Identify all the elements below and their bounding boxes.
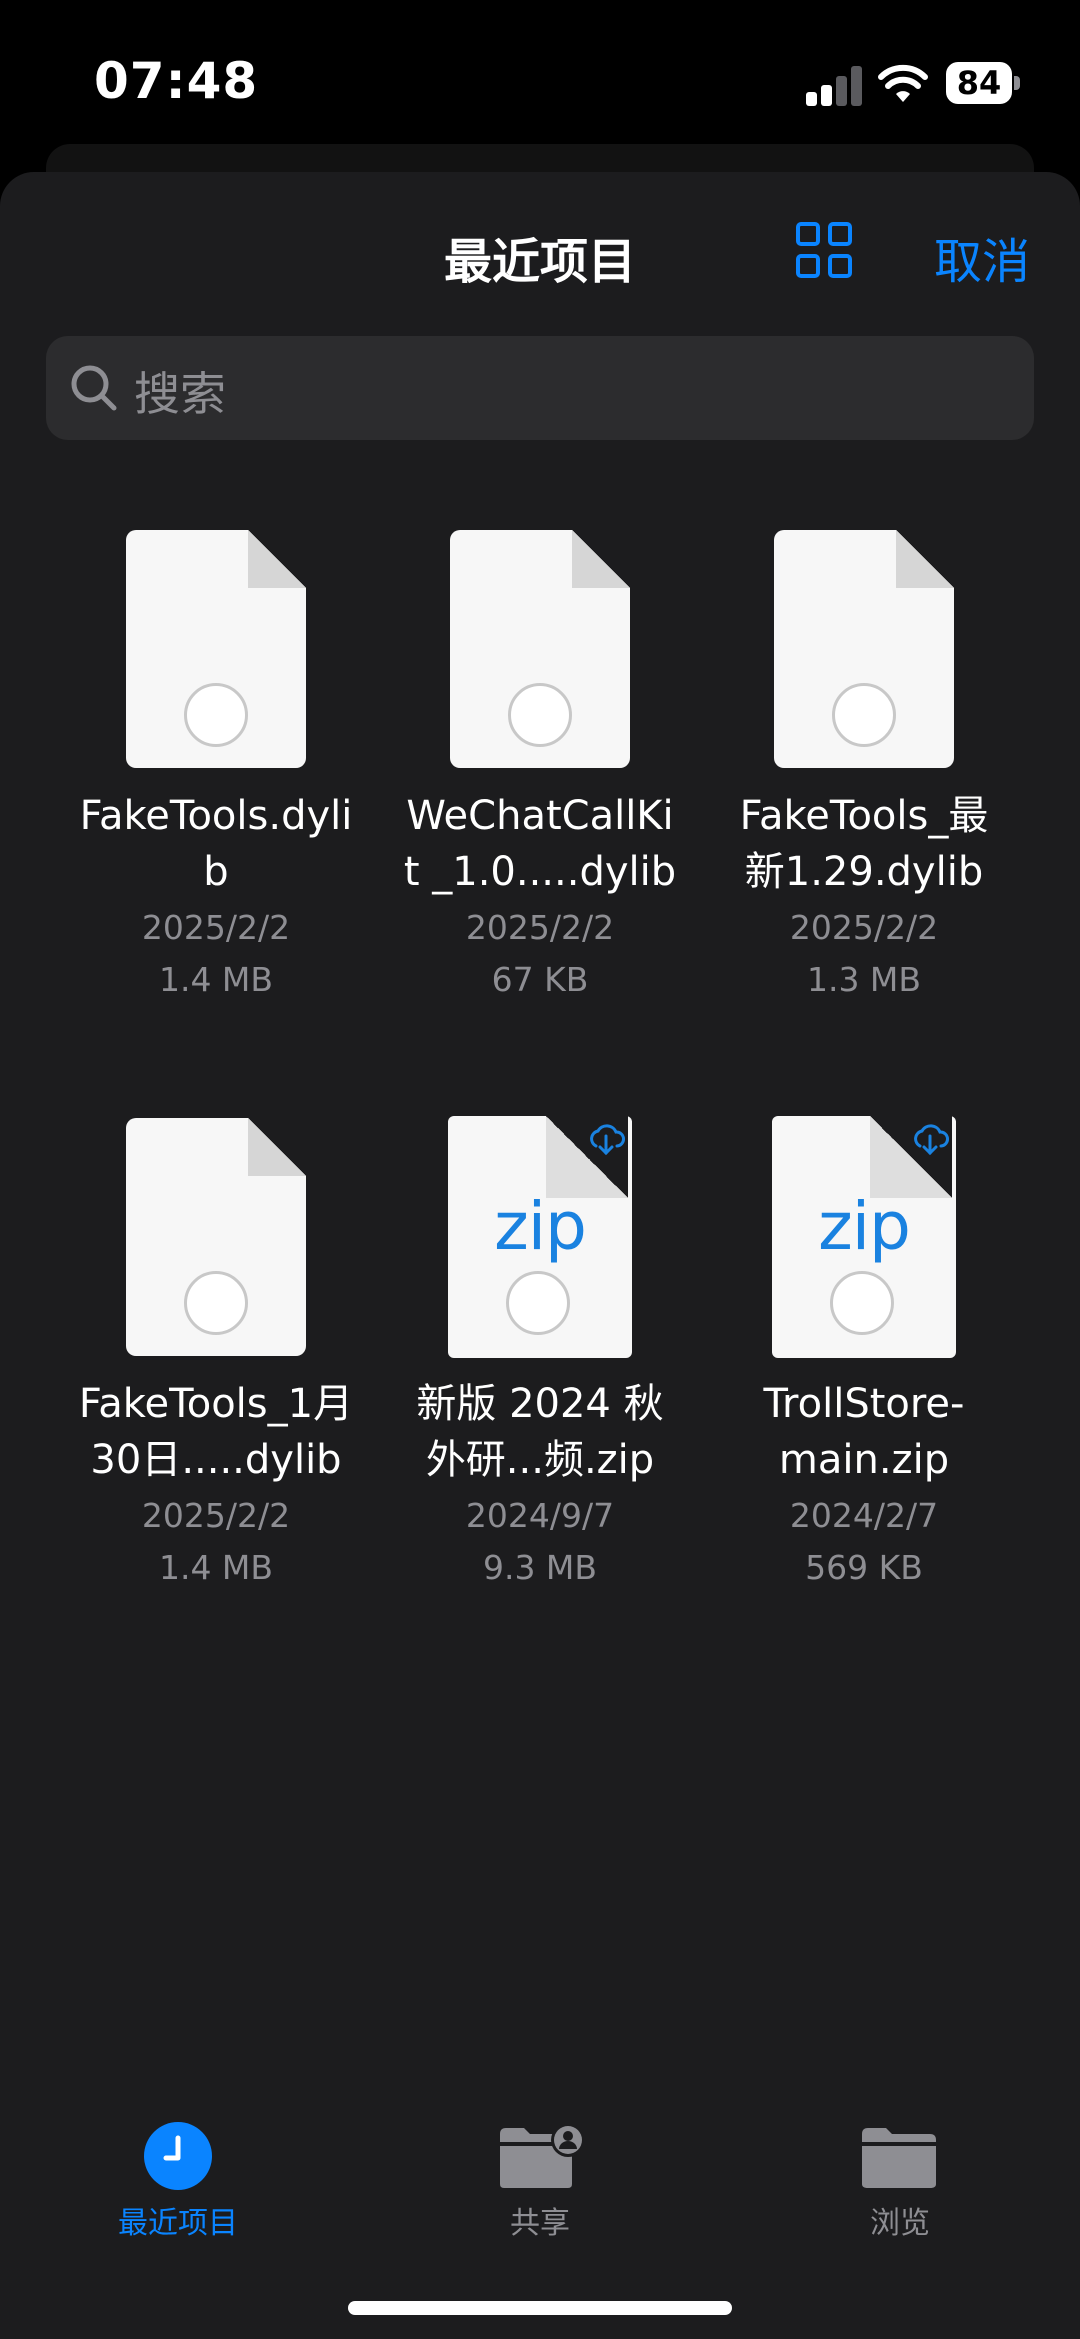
battery-icon: 84: [946, 62, 1022, 104]
file-name: main.zip: [778, 1437, 950, 1483]
cloud-download-icon: [590, 1124, 625, 1156]
cancel-button[interactable]: 取消: [934, 222, 1030, 292]
download-progress-icon: [506, 1271, 570, 1335]
file-date: 2024/2/7: [789, 1496, 939, 1535]
search-input[interactable]: 搜索: [46, 336, 1034, 440]
file-size: 1.4 MB: [158, 1548, 274, 1587]
file-name: 新版 2024 秋: [416, 1381, 664, 1427]
tab-browse[interactable]: 浏览: [800, 2100, 1000, 2241]
file-name: FakeTools.dyli: [79, 793, 353, 839]
battery-level: 84: [946, 62, 1012, 104]
file-size: 67 KB: [491, 960, 589, 999]
zip-file-icon: zip: [772, 1116, 956, 1358]
file-name: FakeTools_1月: [78, 1381, 354, 1427]
tab-label: 浏览: [870, 2206, 930, 2241]
folder-icon: [862, 2128, 936, 2188]
tab-bar: 最近项目 共享 浏览: [0, 2100, 1080, 2250]
zip-label: zip: [494, 1188, 587, 1265]
download-progress-icon: [184, 683, 248, 747]
file-name: 新1.29.dylib: [744, 849, 984, 895]
file-name: TrollStore-: [763, 1381, 965, 1427]
file-date: 2025/2/2: [789, 908, 939, 947]
tab-label: 最近项目: [118, 2206, 238, 2241]
file-date: 2025/2/2: [141, 908, 291, 947]
file-size: 569 KB: [805, 1548, 923, 1587]
shared-folder-icon: [500, 2123, 585, 2188]
document-icon: [774, 530, 954, 768]
cellular-signal-icon: [806, 66, 862, 106]
document-icon: [126, 530, 306, 768]
document-icon: [450, 530, 630, 768]
page-title: 最近项目: [443, 234, 636, 290]
tab-recents[interactable]: 最近项目: [78, 2100, 278, 2241]
grid-view-icon[interactable]: [796, 222, 858, 284]
home-indicator[interactable]: [348, 2301, 732, 2315]
file-date: 2024/9/7: [465, 1496, 615, 1535]
download-progress-icon: [832, 683, 896, 747]
file-name: 30日.....dylib: [90, 1437, 342, 1483]
download-progress-icon: [508, 683, 572, 747]
download-progress-icon: [830, 1271, 894, 1335]
tab-label: 共享: [510, 2206, 570, 2241]
file-date: 2025/2/2: [465, 908, 615, 947]
status-bar: 07:48 84: [0, 0, 1080, 160]
file-size: 9.3 MB: [482, 1548, 598, 1587]
zip-label: zip: [818, 1188, 911, 1265]
cloud-download-icon: [914, 1124, 949, 1156]
file-size: 1.3 MB: [806, 960, 922, 999]
search-placeholder: 搜索: [134, 367, 226, 421]
file-name: b: [203, 849, 229, 895]
search-icon: [71, 365, 117, 411]
file-size: 1.4 MB: [158, 960, 274, 999]
file-date: 2025/2/2: [141, 1496, 291, 1535]
file-name: FakeTools_最: [739, 793, 989, 839]
file-name: 外研...频.zip: [425, 1437, 655, 1483]
document-icon: [126, 1118, 306, 1356]
file-name: WeChatCallKi: [406, 793, 674, 839]
zip-file-icon: zip: [448, 1116, 632, 1358]
wifi-icon: [878, 64, 928, 102]
tab-shared[interactable]: 共享: [440, 2100, 640, 2241]
file-name: t _1.0.....dylib: [403, 849, 677, 895]
status-time: 07:48: [94, 52, 259, 110]
clock-icon: [144, 2122, 212, 2190]
download-progress-icon: [184, 1271, 248, 1335]
